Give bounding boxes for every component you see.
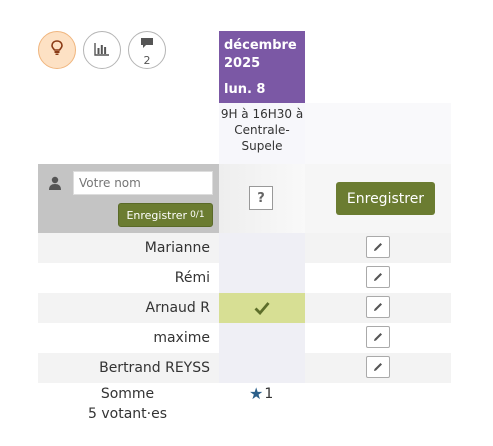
save-button[interactable]: Enregistrer [336, 182, 435, 215]
edit-button[interactable] [366, 296, 390, 318]
name-input[interactable] [73, 171, 213, 195]
participant-name: Marianne [144, 240, 210, 256]
vote-cell [219, 233, 305, 263]
lightbulb-button[interactable] [38, 31, 76, 69]
vote-cell [219, 353, 305, 383]
column-day: lun. 8 [224, 82, 266, 97]
save-small-button[interactable]: Enregistrer 0/1 [118, 203, 213, 227]
column-month: décembre 2025 [224, 38, 297, 71]
unknown-vote-toggle[interactable]: ? [249, 186, 273, 210]
summary-label: Somme 5 votant·es [38, 384, 217, 424]
voter-count: 5 votant·es [88, 406, 167, 422]
lightbulb-icon [50, 40, 64, 60]
pencil-icon [374, 303, 382, 311]
participant-name: maxime [153, 330, 210, 346]
table-row: maxime [38, 323, 451, 353]
summary-count: 1 [264, 386, 274, 402]
comment-count: 2 [143, 54, 151, 67]
chart-button[interactable] [83, 31, 121, 69]
edit-button[interactable] [366, 326, 390, 348]
user-icon [48, 175, 62, 194]
date-column-header: décembre 2025 lun. 8 [219, 31, 305, 103]
save-small-count: 0/1 [190, 210, 205, 220]
check-icon [254, 302, 270, 315]
pencil-icon [374, 363, 382, 371]
vote-cell [219, 263, 305, 293]
edit-button[interactable] [366, 266, 390, 288]
participant-name: Arnaud R [145, 300, 210, 316]
participant-name: Bertrand REYSS [99, 360, 210, 376]
save-small-label: Enregistrer [126, 208, 188, 222]
pencil-icon [374, 243, 382, 251]
summary-value: ★ 1 [249, 384, 273, 404]
star-icon: ★ [249, 384, 264, 403]
edit-button[interactable] [366, 236, 390, 258]
table-row: Marianne [38, 233, 451, 263]
pencil-icon [374, 333, 382, 341]
comments-button[interactable]: 2 [128, 31, 166, 69]
vote-cell [219, 323, 305, 353]
table-row: Rémi [38, 263, 451, 293]
summary-title: Somme [100, 386, 155, 402]
edit-button[interactable] [366, 356, 390, 378]
column-description: 9H à 16H30 à Centrale-Supele [219, 103, 305, 164]
table-row: Arnaud R [38, 293, 451, 323]
bar-chart-icon [94, 41, 110, 60]
table-row: Bertrand REYSS [38, 353, 451, 383]
participant-name: Rémi [174, 270, 210, 286]
pencil-icon [374, 273, 382, 281]
vote-cell-yes [219, 293, 305, 323]
description-spacer [305, 103, 451, 164]
comment-icon [140, 34, 154, 53]
